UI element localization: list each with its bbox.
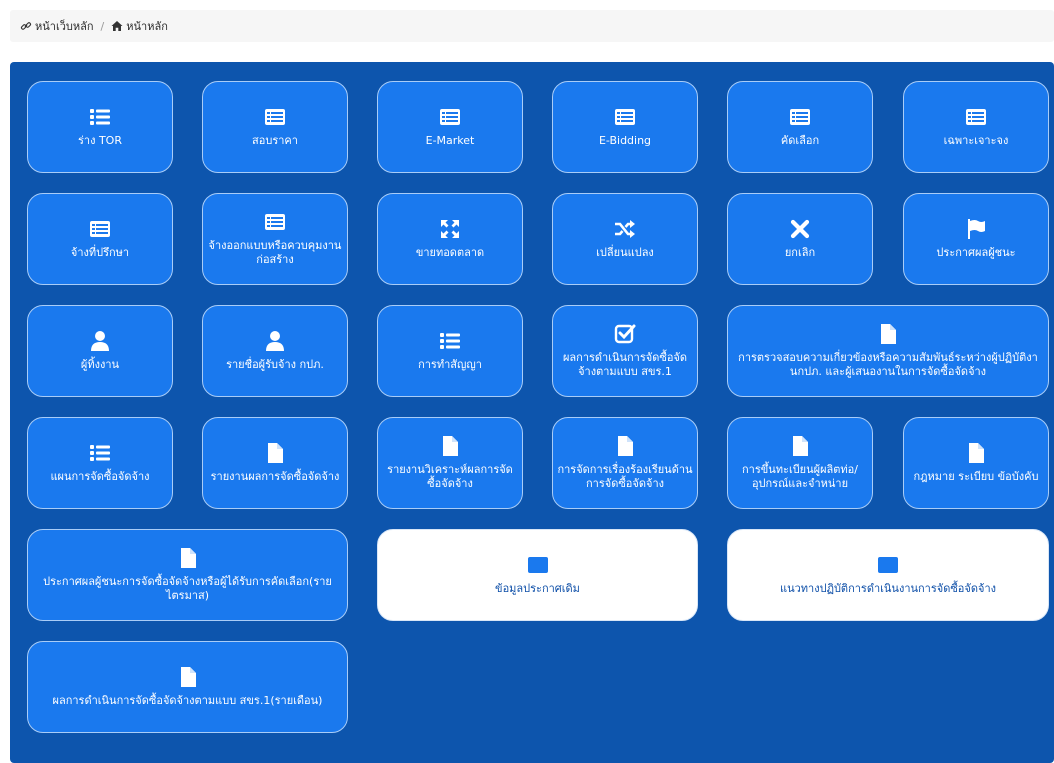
menu-tile[interactable]: ร่าง TOR: [27, 81, 173, 173]
home-icon: [111, 20, 123, 32]
file-icon: [789, 435, 811, 457]
breadcrumb-current-link[interactable]: หน้าหลัก: [111, 17, 168, 35]
file-icon: [965, 442, 987, 464]
menu-tile-label: การขึ้นทะเบียนผู้ผลิตท่อ/อุปกรณ์และจำหน่…: [742, 463, 858, 490]
breadcrumb: หน้าเว็บหลัก / หน้าหลัก: [10, 10, 1054, 42]
expand-icon: [439, 218, 461, 240]
menu-tile[interactable]: แผนการจัดซื้อจัดจ้าง: [27, 417, 173, 509]
form-icon: [264, 106, 286, 128]
form-icon: [614, 106, 636, 128]
menu-tile-label: จ้างที่ปรึกษา: [70, 246, 130, 260]
menu-tile[interactable]: แนวทางปฏิบัติการดำเนินงานการจัดซื้อจัดจ้…: [727, 529, 1049, 621]
menu-tile-label: ประกาศผลผู้ชนะ: [936, 246, 1016, 260]
menu-tile[interactable]: ผลการดำเนินการจัดซื้อจัดจ้างตามแบบ สขร.1…: [27, 641, 348, 733]
file-icon: [264, 442, 286, 464]
menu-tile-label: E-Bidding: [598, 134, 652, 148]
menu-tile-label: ข้อมูลประกาศเดิม: [495, 582, 580, 596]
menu-tile-label: แผนการจัดซื้อจัดจ้าง: [50, 470, 150, 484]
menu-tile[interactable]: จ้างออกแบบหรือควบคุมงานก่อสร้าง: [202, 193, 348, 285]
menu-tile[interactable]: กฎหมาย ระเบียบ ข้อบังคับ: [903, 417, 1049, 509]
menu-tile[interactable]: ผู้ทิ้งงาน: [27, 305, 173, 397]
user-icon: [264, 330, 286, 352]
menu-tile-label: ขายทอดตลาด: [415, 246, 485, 260]
form-icon: [789, 106, 811, 128]
menu-tile[interactable]: การจัดการเรื่องร้องเรียนด้านการจัดซื้อจั…: [552, 417, 698, 509]
menu-tile-label: E-Market: [425, 134, 475, 148]
user-icon: [89, 330, 111, 352]
list-icon: [89, 106, 111, 128]
menu-tile-label: รายงานผลการจัดซื้อจัดจ้าง: [210, 470, 340, 484]
menu-tile-label: เปลี่ยนแปลง: [596, 246, 654, 260]
form-icon: [965, 106, 987, 128]
menu-tile[interactable]: จ้างที่ปรึกษา: [27, 193, 173, 285]
file-icon: [177, 547, 199, 569]
menu-tile[interactable]: รายชื่อผู้รับจ้าง กปภ.: [202, 305, 348, 397]
menu-tile[interactable]: ยกเลิก: [727, 193, 873, 285]
menu-tile[interactable]: สอบราคา: [202, 81, 348, 173]
menu-tile[interactable]: ประกาศผลผู้ชนะการจัดซื้อจัดจ้างหรือผู้ได…: [27, 529, 348, 621]
menu-tile[interactable]: ผลการดำเนินการจัดซื้อจัดจ้างตามแบบ สขร.1: [552, 305, 698, 397]
menu-tile-label: จ้างออกแบบหรือควบคุมงานก่อสร้าง: [208, 239, 342, 266]
link-icon: [20, 20, 32, 32]
close-icon: [789, 218, 811, 240]
menu-tile[interactable]: การขึ้นทะเบียนผู้ผลิตท่อ/อุปกรณ์และจำหน่…: [727, 417, 873, 509]
list-icon: [89, 442, 111, 464]
menu-tile-label: แนวทางปฏิบัติการดำเนินงานการจัดซื้อจัดจ้…: [780, 582, 996, 596]
menu-tile-label: รายชื่อผู้รับจ้าง กปภ.: [226, 358, 324, 372]
form-icon: [264, 211, 286, 233]
menu-tile-label: รายงานวิเคราะห์ผลการจัดซื้อจัดจ้าง: [387, 463, 513, 490]
menu-tile[interactable]: E-Market: [377, 81, 523, 173]
breadcrumb-separator: /: [100, 19, 105, 33]
menu-tile-label: สอบราคา: [252, 134, 298, 148]
form-icon: [877, 554, 899, 576]
menu-tile[interactable]: การตรวจสอบความเกี่ยวข้องหรือความสัมพันธ์…: [727, 305, 1049, 397]
breadcrumb-second-label: หน้าหลัก: [126, 20, 168, 33]
menu-tile[interactable]: เฉพาะเจาะจง: [903, 81, 1049, 173]
form-icon: [89, 218, 111, 240]
menu-tile[interactable]: ประกาศผลผู้ชนะ: [903, 193, 1049, 285]
menu-tile-label: ประกาศผลผู้ชนะการจัดซื้อจัดจ้างหรือผู้ได…: [43, 575, 332, 602]
flag-icon: [965, 218, 987, 240]
menu-tile[interactable]: ข้อมูลประกาศเดิม: [377, 529, 698, 621]
shuffle-icon: [614, 218, 636, 240]
menu-tile[interactable]: E-Bidding: [552, 81, 698, 173]
form-icon: [527, 554, 549, 576]
menu-tile-label: การจัดการเรื่องร้องเรียนด้านการจัดซื้อจั…: [557, 463, 693, 490]
menu-tile-label: ผลการดำเนินการจัดซื้อจัดจ้างตามแบบ สขร.1: [562, 351, 688, 378]
breadcrumb-first-label: หน้าเว็บหลัก: [35, 20, 94, 33]
file-icon: [439, 435, 461, 457]
menu-tile-label: ยกเลิก: [784, 246, 816, 260]
menu-tile[interactable]: ขายทอดตลาด: [377, 193, 523, 285]
file-icon: [877, 323, 899, 345]
list-icon: [439, 330, 461, 352]
menu-tile-label: คัดเลือก: [780, 134, 820, 148]
file-icon: [614, 435, 636, 457]
breadcrumb-home-link[interactable]: หน้าเว็บหลัก: [20, 17, 94, 35]
form-icon: [439, 106, 461, 128]
menu-tile-label: ผู้ทิ้งงาน: [80, 358, 120, 372]
menu-tile[interactable]: เปลี่ยนแปลง: [552, 193, 698, 285]
menu-tile[interactable]: คัดเลือก: [727, 81, 873, 173]
file-icon: [177, 666, 199, 688]
menu-tile-label: ร่าง TOR: [78, 134, 122, 148]
menu-tile-label: เฉพาะเจาะจง: [943, 134, 1009, 148]
menu-tile[interactable]: รายงานวิเคราะห์ผลการจัดซื้อจัดจ้าง: [377, 417, 523, 509]
checkbox-icon: [614, 323, 636, 345]
menu-tile-label: ผลการดำเนินการจัดซื้อจัดจ้างตามแบบ สขร.1…: [52, 694, 323, 708]
menu-tile-label: กฎหมาย ระเบียบ ข้อบังคับ: [913, 470, 1039, 484]
menu-tile-label: การตรวจสอบความเกี่ยวข้องหรือความสัมพันธ์…: [738, 351, 1038, 378]
menu-tile-label: การทำสัญญา: [418, 358, 482, 372]
menu-tile[interactable]: รายงานผลการจัดซื้อจัดจ้าง: [202, 417, 348, 509]
menu-tile[interactable]: การทำสัญญา: [377, 305, 523, 397]
